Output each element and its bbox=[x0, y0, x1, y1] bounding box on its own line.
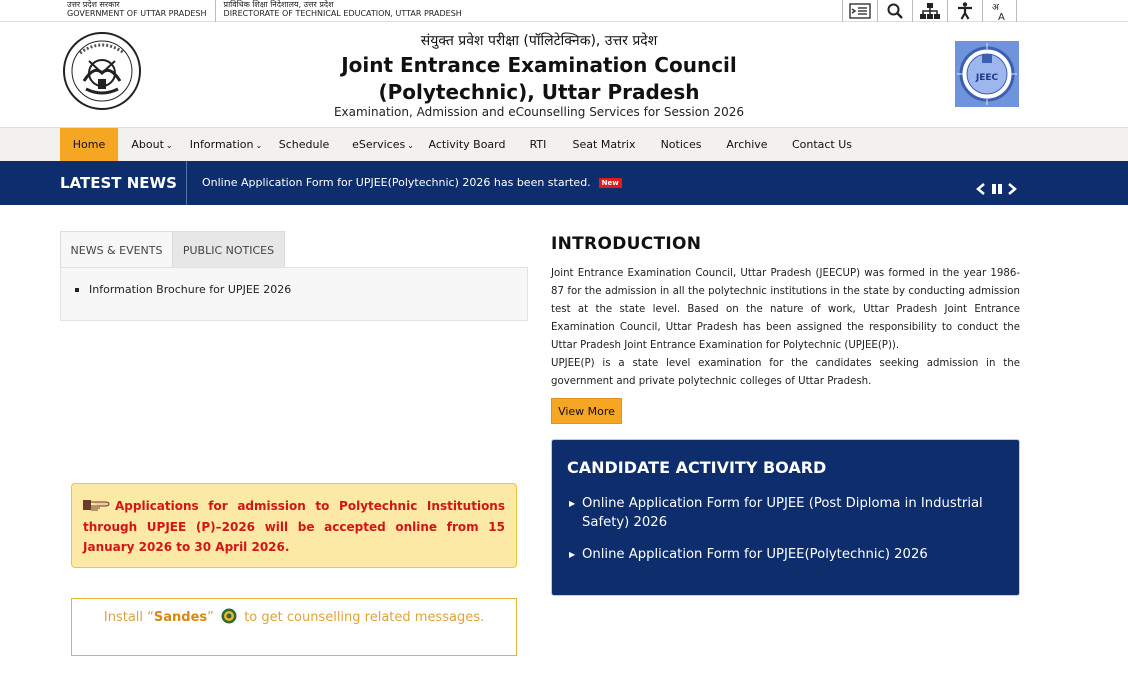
site-header: संयुक्त प्रवेश परीक्षा (पॉलिटेक्निक), उत… bbox=[0, 22, 1128, 127]
news-divider bbox=[186, 161, 187, 205]
chevron-down-icon: ⌄ bbox=[255, 141, 263, 150]
nav-schedule[interactable]: Schedule bbox=[272, 128, 336, 162]
accessibility-button[interactable] bbox=[947, 0, 982, 22]
nav-seat-matrix[interactable]: Seat Matrix bbox=[566, 128, 642, 162]
site-title-line-1: Joint Entrance Examination Council bbox=[341, 53, 737, 77]
view-more-button[interactable]: View More bbox=[551, 398, 622, 424]
sitemap-button[interactable] bbox=[912, 0, 947, 22]
nav-home[interactable]: Home bbox=[60, 128, 118, 162]
svg-text:A: A bbox=[998, 12, 1005, 21]
government-of-up-link[interactable]: उत्तर प्रदेश सरकार GOVERNMENT OF UTTAR P… bbox=[60, 0, 216, 22]
search-icon bbox=[887, 3, 903, 19]
nav-archive[interactable]: Archive bbox=[720, 128, 774, 162]
dte-hindi-label: प्राविधिक शिक्षा निदेशालय, उत्तर प्रदेश bbox=[223, 0, 334, 9]
introduction-text: Joint Entrance Examination Council, Utta… bbox=[551, 265, 1020, 391]
sandes-suffix: to get counselling related messages. bbox=[244, 610, 485, 625]
jeec-logo-text: JEEC bbox=[975, 73, 999, 83]
nav-contact-us[interactable]: Contact Us bbox=[785, 128, 859, 162]
caret-right-icon: ▶ bbox=[569, 550, 576, 559]
language-icon: अA bbox=[992, 3, 1005, 21]
nav-seat-matrix-label: Seat Matrix bbox=[572, 138, 636, 151]
dte-english-label: DIRECTORATE OF TECHNICAL EDUCATION, UTTA… bbox=[223, 9, 462, 18]
gov-hindi-label: उत्तर प्रदेश सरकार bbox=[67, 0, 120, 9]
nav-activity-board[interactable]: Activity Board bbox=[422, 128, 512, 162]
nav-about-label: About bbox=[131, 138, 164, 151]
site-title: Joint Entrance Examination Council (Poly… bbox=[0, 52, 1078, 106]
skip-to-content-button[interactable] bbox=[842, 0, 877, 22]
activity-board-item-label: Online Application Form for UPJEE (Post … bbox=[582, 496, 983, 530]
main-navigation: Home About ⌄ Information ⌄ Schedule eServi… bbox=[0, 127, 1128, 162]
header-hindi-title: संयुक्त प्रवेश परीक्षा (पॉलिटेक्निक), उत… bbox=[420, 33, 658, 49]
caret-right-icon: ▶ bbox=[569, 499, 576, 508]
latest-news-bar: LATEST NEWS Online Application Form for … bbox=[0, 161, 1128, 205]
nav-information[interactable]: Information ⌄ bbox=[186, 128, 266, 162]
sitemap-icon bbox=[920, 3, 940, 19]
sandes-app-icon[interactable] bbox=[221, 608, 237, 624]
list-item[interactable]: Information Brochure for UPJEE 2026 bbox=[75, 283, 291, 296]
activity-board-item[interactable]: ▶ Online Application Form for UPJEE(Polyt… bbox=[567, 545, 1007, 564]
activity-board-item[interactable]: ▶ Online Application Form for UPJEE (Post… bbox=[567, 494, 1007, 532]
nav-information-label: Information bbox=[189, 138, 254, 151]
sandes-app-name[interactable]: Sandes bbox=[154, 610, 207, 625]
jeec-logo[interactable]: JEEC bbox=[955, 41, 1019, 107]
latest-news-label: LATEST NEWS bbox=[60, 174, 177, 192]
candidate-activity-board: CANDIDATE ACTIVITY BOARD ▶ Online Applica… bbox=[551, 439, 1020, 596]
nav-schedule-label: Schedule bbox=[278, 138, 330, 151]
site-subtitle: Examination, Admission and eCounselling … bbox=[333, 105, 745, 119]
chevron-down-icon: ⌄ bbox=[165, 141, 173, 150]
gov-english-label: GOVERNMENT OF UTTAR PRADESH bbox=[67, 9, 207, 18]
accessibility-icon bbox=[958, 2, 972, 20]
site-title-line-2: (Polytechnic), Uttar Pradesh bbox=[378, 80, 700, 104]
tab-content: Information Brochure for UPJEE 2026 bbox=[60, 267, 528, 321]
nav-about[interactable]: About ⌄ bbox=[124, 128, 180, 162]
language-button[interactable]: अA bbox=[982, 0, 1017, 22]
tab-public-notices[interactable]: PUBLIC NOTICES bbox=[172, 231, 285, 268]
utility-toolbar: अA bbox=[842, 0, 1017, 22]
sandes-notice: Install “Sandes” to get counselling rela… bbox=[71, 598, 517, 656]
news-tabs-panel: NEWS & EVENTS PUBLIC NOTICES Information… bbox=[60, 231, 528, 321]
list-item-label: Information Brochure for UPJEE 2026 bbox=[89, 283, 292, 296]
activity-board-heading: CANDIDATE ACTIVITY BOARD bbox=[567, 458, 827, 477]
news-pause-icon[interactable] bbox=[991, 183, 1003, 195]
activity-board-item-label: Online Application Form for UPJEE(Polyte… bbox=[582, 547, 928, 562]
introduction-heading: INTRODUCTION bbox=[551, 234, 702, 254]
chevron-down-icon: ⌄ bbox=[407, 141, 414, 150]
news-prev-icon[interactable] bbox=[975, 182, 987, 196]
admission-notice: Applications for admission to Polytechni… bbox=[71, 483, 517, 568]
latest-news-item[interactable]: Online Application Form for UPJEE(Polyte… bbox=[202, 161, 622, 205]
news-next-icon[interactable] bbox=[1006, 182, 1018, 196]
nav-eservices-label: eServices bbox=[352, 138, 406, 151]
pointing-hand-icon bbox=[83, 500, 110, 511]
bullet-icon bbox=[75, 288, 79, 292]
government-links: उत्तर प्रदेश सरकार GOVERNMENT OF UTTAR P… bbox=[60, 0, 470, 22]
nav-rti-label: RTI bbox=[529, 138, 547, 151]
sandes-prefix: Install “ bbox=[103, 610, 154, 625]
search-button[interactable] bbox=[877, 0, 912, 22]
nav-home-label: Home bbox=[72, 138, 106, 151]
nav-eservices[interactable]: eServices ⌄ bbox=[346, 128, 420, 162]
skip-to-content-icon bbox=[849, 3, 871, 19]
new-badge: New bbox=[598, 178, 622, 188]
nav-notices-label: Notices bbox=[660, 138, 702, 151]
latest-news-text: Online Application Form for UPJEE(Polyte… bbox=[202, 176, 591, 189]
nav-contact-us-label: Contact Us bbox=[791, 138, 853, 151]
admission-notice-text: Applications for admission to Polytechni… bbox=[83, 499, 505, 554]
introduction-paragraph-2: UPJEE(P) is a state level examination fo… bbox=[551, 358, 1020, 387]
nav-archive-label: Archive bbox=[726, 138, 768, 151]
tab-news-events[interactable]: NEWS & EVENTS bbox=[60, 231, 173, 268]
nav-activity-board-label: Activity Board bbox=[428, 138, 506, 151]
nav-notices[interactable]: Notices bbox=[652, 128, 710, 162]
nav-rti[interactable]: RTI bbox=[521, 128, 555, 162]
introduction-paragraph-1: Joint Entrance Examination Council, Utta… bbox=[551, 268, 1020, 351]
top-bar: उत्तर प्रदेश सरकार GOVERNMENT OF UTTAR P… bbox=[0, 0, 1128, 22]
directorate-link[interactable]: प्राविधिक शिक्षा निदेशालय, उत्तर प्रदेश … bbox=[216, 0, 470, 22]
sandes-quote: ” bbox=[207, 610, 214, 625]
